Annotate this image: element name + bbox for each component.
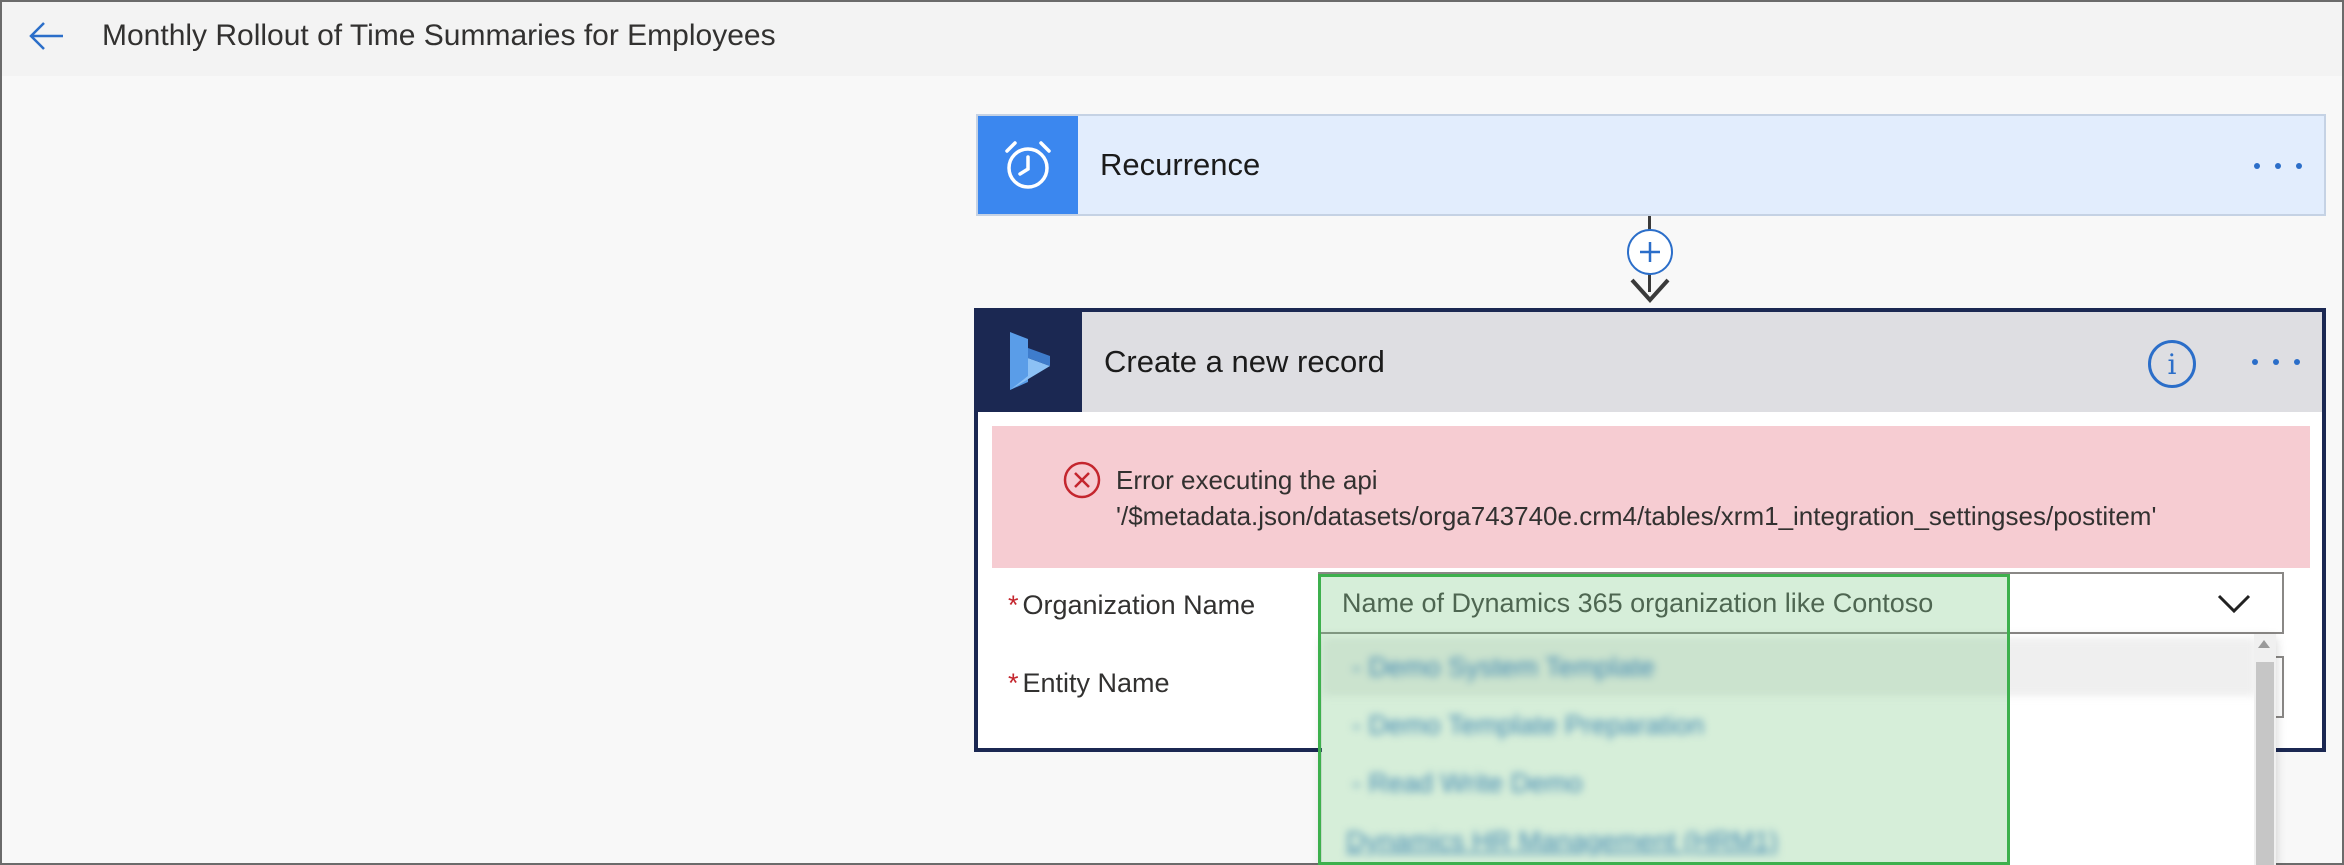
back-button[interactable]: [24, 16, 68, 56]
dropdown-scrollbar[interactable]: [2254, 634, 2276, 865]
arrow-down-icon: [1630, 278, 1670, 303]
more-dots-icon: [2254, 163, 2260, 169]
info-icon: i: [2167, 347, 2177, 381]
error-line-1: Error executing the api: [1116, 465, 1378, 495]
dynamics-365-icon: [1010, 332, 1050, 390]
more-dots-icon: [2296, 163, 2302, 169]
organization-name-dropdown[interactable]: Name of Dynamics 365 organization like C…: [1318, 572, 2284, 634]
entity-label-text: Entity Name: [1022, 668, 1170, 698]
organization-label-text: Organization Name: [1022, 590, 1256, 620]
page-title: Monthly Rollout of Time Summaries for Em…: [102, 19, 776, 52]
list-item[interactable]: - Demo System Template: [1322, 638, 2256, 696]
info-button[interactable]: i: [2148, 340, 2196, 388]
list-item[interactable]: - Read Write Demo: [1322, 754, 2256, 812]
recurrence-label: Recurrence: [1100, 147, 1261, 182]
organization-placeholder: Name of Dynamics 365 organization like C…: [1342, 588, 1934, 618]
flow-header: Monthly Rollout of Time Summaries for Em…: [2, 2, 2342, 76]
add-step-button[interactable]: [1627, 229, 1673, 275]
scroll-up-icon[interactable]: [2258, 640, 2270, 648]
create-record-label: Create a new record: [1104, 344, 1385, 379]
required-marker: *: [1008, 590, 1019, 620]
plus-icon: [1640, 242, 1660, 262]
list-item[interactable]: Dynamics HR Management (HRM1): [1322, 812, 2256, 865]
entity-name-label: * Entity Name: [1008, 668, 1170, 699]
more-dots-icon: [2252, 359, 2258, 365]
more-dots-icon: [2275, 163, 2281, 169]
chevron-down-icon[interactable]: [2214, 588, 2254, 618]
list-item[interactable]: - Demo Template Preparation: [1322, 696, 2256, 754]
recurrence-icon-box: [978, 116, 1078, 214]
create-record-header[interactable]: Create a new record i: [978, 312, 2322, 412]
more-dots-icon: [2294, 359, 2300, 365]
error-circle-icon: [1063, 461, 1101, 499]
organization-name-label: * Organization Name: [1008, 590, 1255, 621]
required-marker: *: [1008, 668, 1019, 698]
scrollbar-thumb[interactable]: [2256, 662, 2274, 865]
error-message: Error executing the api '/$metadata.json…: [992, 426, 2310, 568]
create-record-more-button[interactable]: [2246, 342, 2306, 382]
error-text: Error executing the api '/$metadata.json…: [1116, 462, 2296, 534]
error-line-2: '/$metadata.json/datasets/orga743740e.cr…: [1116, 501, 2157, 531]
recurrence-card[interactable]: Recurrence: [976, 114, 2326, 216]
arrow-left-icon: [29, 22, 63, 50]
organization-options-list: - Demo System Template - Demo Template P…: [1322, 634, 2276, 865]
dynamics-icon-box: [978, 312, 1082, 412]
recurrence-more-button[interactable]: [2248, 146, 2308, 186]
more-dots-icon: [2273, 359, 2279, 365]
alarm-clock-icon: [1005, 141, 1051, 189]
